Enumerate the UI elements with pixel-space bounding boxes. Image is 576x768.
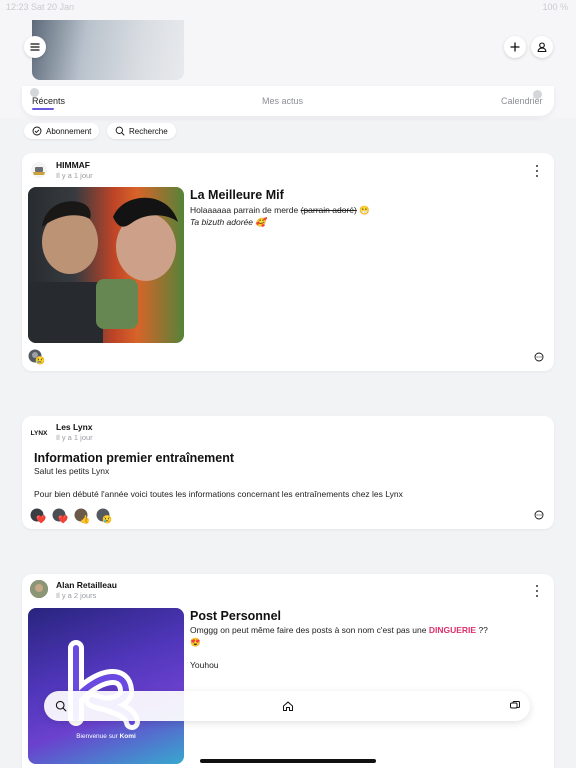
filter-abonnement[interactable]: Abonnement bbox=[24, 123, 100, 139]
post-text-line: ?? bbox=[478, 625, 488, 635]
post-text-line: Youhou bbox=[190, 660, 219, 670]
filter-recherche[interactable]: Recherche bbox=[107, 123, 176, 139]
post-text-line: Pour bien débuté l'année voici toutes le… bbox=[34, 489, 403, 499]
post-text-line: Salut les petits Lynx bbox=[34, 466, 110, 476]
battery-status: 100 % bbox=[542, 2, 568, 12]
plus-icon bbox=[510, 42, 520, 52]
post-emoji: 😍 bbox=[190, 637, 201, 647]
reaction-emoji: 😢 bbox=[35, 356, 45, 365]
post-title: Information premier entraînement bbox=[34, 451, 235, 465]
menu-icon bbox=[30, 43, 40, 51]
comment-icon[interactable] bbox=[534, 510, 544, 520]
home-icon[interactable] bbox=[282, 700, 294, 712]
post-image[interactable]: Bienvenue sur Komi bbox=[28, 608, 184, 764]
post-strikethrough-text: (parrain adoré) bbox=[300, 205, 357, 215]
post-text-line: Omggg on peut même faire des posts à son… bbox=[190, 625, 427, 635]
post-author[interactable]: HIMMAF bbox=[56, 160, 90, 170]
tab-recents[interactable]: Récents bbox=[32, 96, 65, 106]
menu-button[interactable] bbox=[24, 36, 46, 58]
bottom-nav-bar bbox=[44, 691, 530, 721]
post-title: Post Personnel bbox=[190, 609, 281, 623]
tab-bar: Récents Mes actus Calendrier bbox=[22, 86, 554, 116]
filter-abonnement-label: Abonnement bbox=[46, 126, 92, 136]
avatar bbox=[30, 161, 48, 179]
more-options-button[interactable] bbox=[532, 585, 542, 597]
post-body: Holaaaaaa parrain de merde (parrain ador… bbox=[190, 204, 545, 216]
home-indicator bbox=[200, 759, 376, 763]
post-author[interactable]: Alan Retailleau bbox=[56, 580, 117, 590]
reaction-avatar[interactable]: 😢 bbox=[96, 508, 112, 524]
reaction-avatar[interactable]: 😢 bbox=[28, 349, 45, 365]
status-time: 12:23 Sat 20 Jan bbox=[6, 2, 75, 12]
post-image[interactable] bbox=[28, 187, 184, 343]
post-card[interactable]: HIMMAF Il y a 1 jour La Meilleure Mif Ho… bbox=[22, 153, 554, 371]
reaction-avatar[interactable]: 👍 bbox=[74, 508, 90, 524]
avatar: LYNX bbox=[30, 423, 48, 441]
tab-mes-actus[interactable]: Mes actus bbox=[262, 96, 303, 106]
post-card[interactable]: LYNX Les Lynx Il y a 1 jour Information … bbox=[22, 416, 554, 529]
post-time: Il y a 2 jours bbox=[56, 591, 97, 600]
reaction-emoji: 😢 bbox=[102, 515, 112, 524]
more-options-button[interactable] bbox=[532, 165, 542, 177]
post-author[interactable]: Les Lynx bbox=[56, 422, 93, 432]
image-caption-brand: Komi bbox=[119, 733, 136, 740]
comment-icon[interactable] bbox=[534, 352, 544, 362]
image-caption: Bienvenue sur Komi bbox=[28, 733, 184, 740]
check-circle-icon bbox=[32, 126, 42, 136]
reaction-avatar[interactable]: ❤️ bbox=[30, 508, 46, 524]
messages-icon[interactable] bbox=[509, 700, 521, 712]
post-text-line: Ta bizuth adorée 🥰 bbox=[190, 217, 266, 227]
add-button[interactable] bbox=[504, 36, 526, 58]
post-text-line: Holaaaaaa parrain de merde bbox=[190, 205, 299, 215]
svg-text:LYNX: LYNX bbox=[31, 430, 48, 437]
post-title: La Meilleure Mif bbox=[190, 188, 284, 202]
avatar bbox=[30, 580, 48, 598]
reaction-emoji: ❤️ bbox=[58, 515, 68, 524]
reaction-emoji: 👍 bbox=[80, 515, 90, 524]
active-tab-underline bbox=[32, 108, 54, 110]
filter-recherche-label: Recherche bbox=[129, 126, 168, 136]
image-caption-text: Bienvenue sur bbox=[76, 733, 118, 740]
cover-image bbox=[32, 20, 184, 80]
post-emoji: 😁 bbox=[359, 205, 370, 215]
search-icon bbox=[115, 126, 125, 136]
post-body: Omggg on peut même faire des posts à son… bbox=[190, 624, 520, 636]
post-card[interactable]: Alan Retailleau Il y a 2 jours Bienvenue… bbox=[22, 574, 554, 768]
reaction-avatar[interactable]: ❤️ bbox=[52, 508, 68, 524]
post-highlight-text: DINGUERIE bbox=[428, 625, 477, 635]
user-icon bbox=[537, 42, 547, 53]
calendar-badge bbox=[533, 90, 542, 99]
post-time: Il y a 1 jour bbox=[56, 433, 93, 442]
profile-button[interactable] bbox=[531, 36, 553, 58]
reaction-emoji: ❤️ bbox=[36, 515, 46, 524]
search-icon[interactable] bbox=[55, 700, 67, 712]
post-time: Il y a 1 jour bbox=[56, 171, 93, 180]
